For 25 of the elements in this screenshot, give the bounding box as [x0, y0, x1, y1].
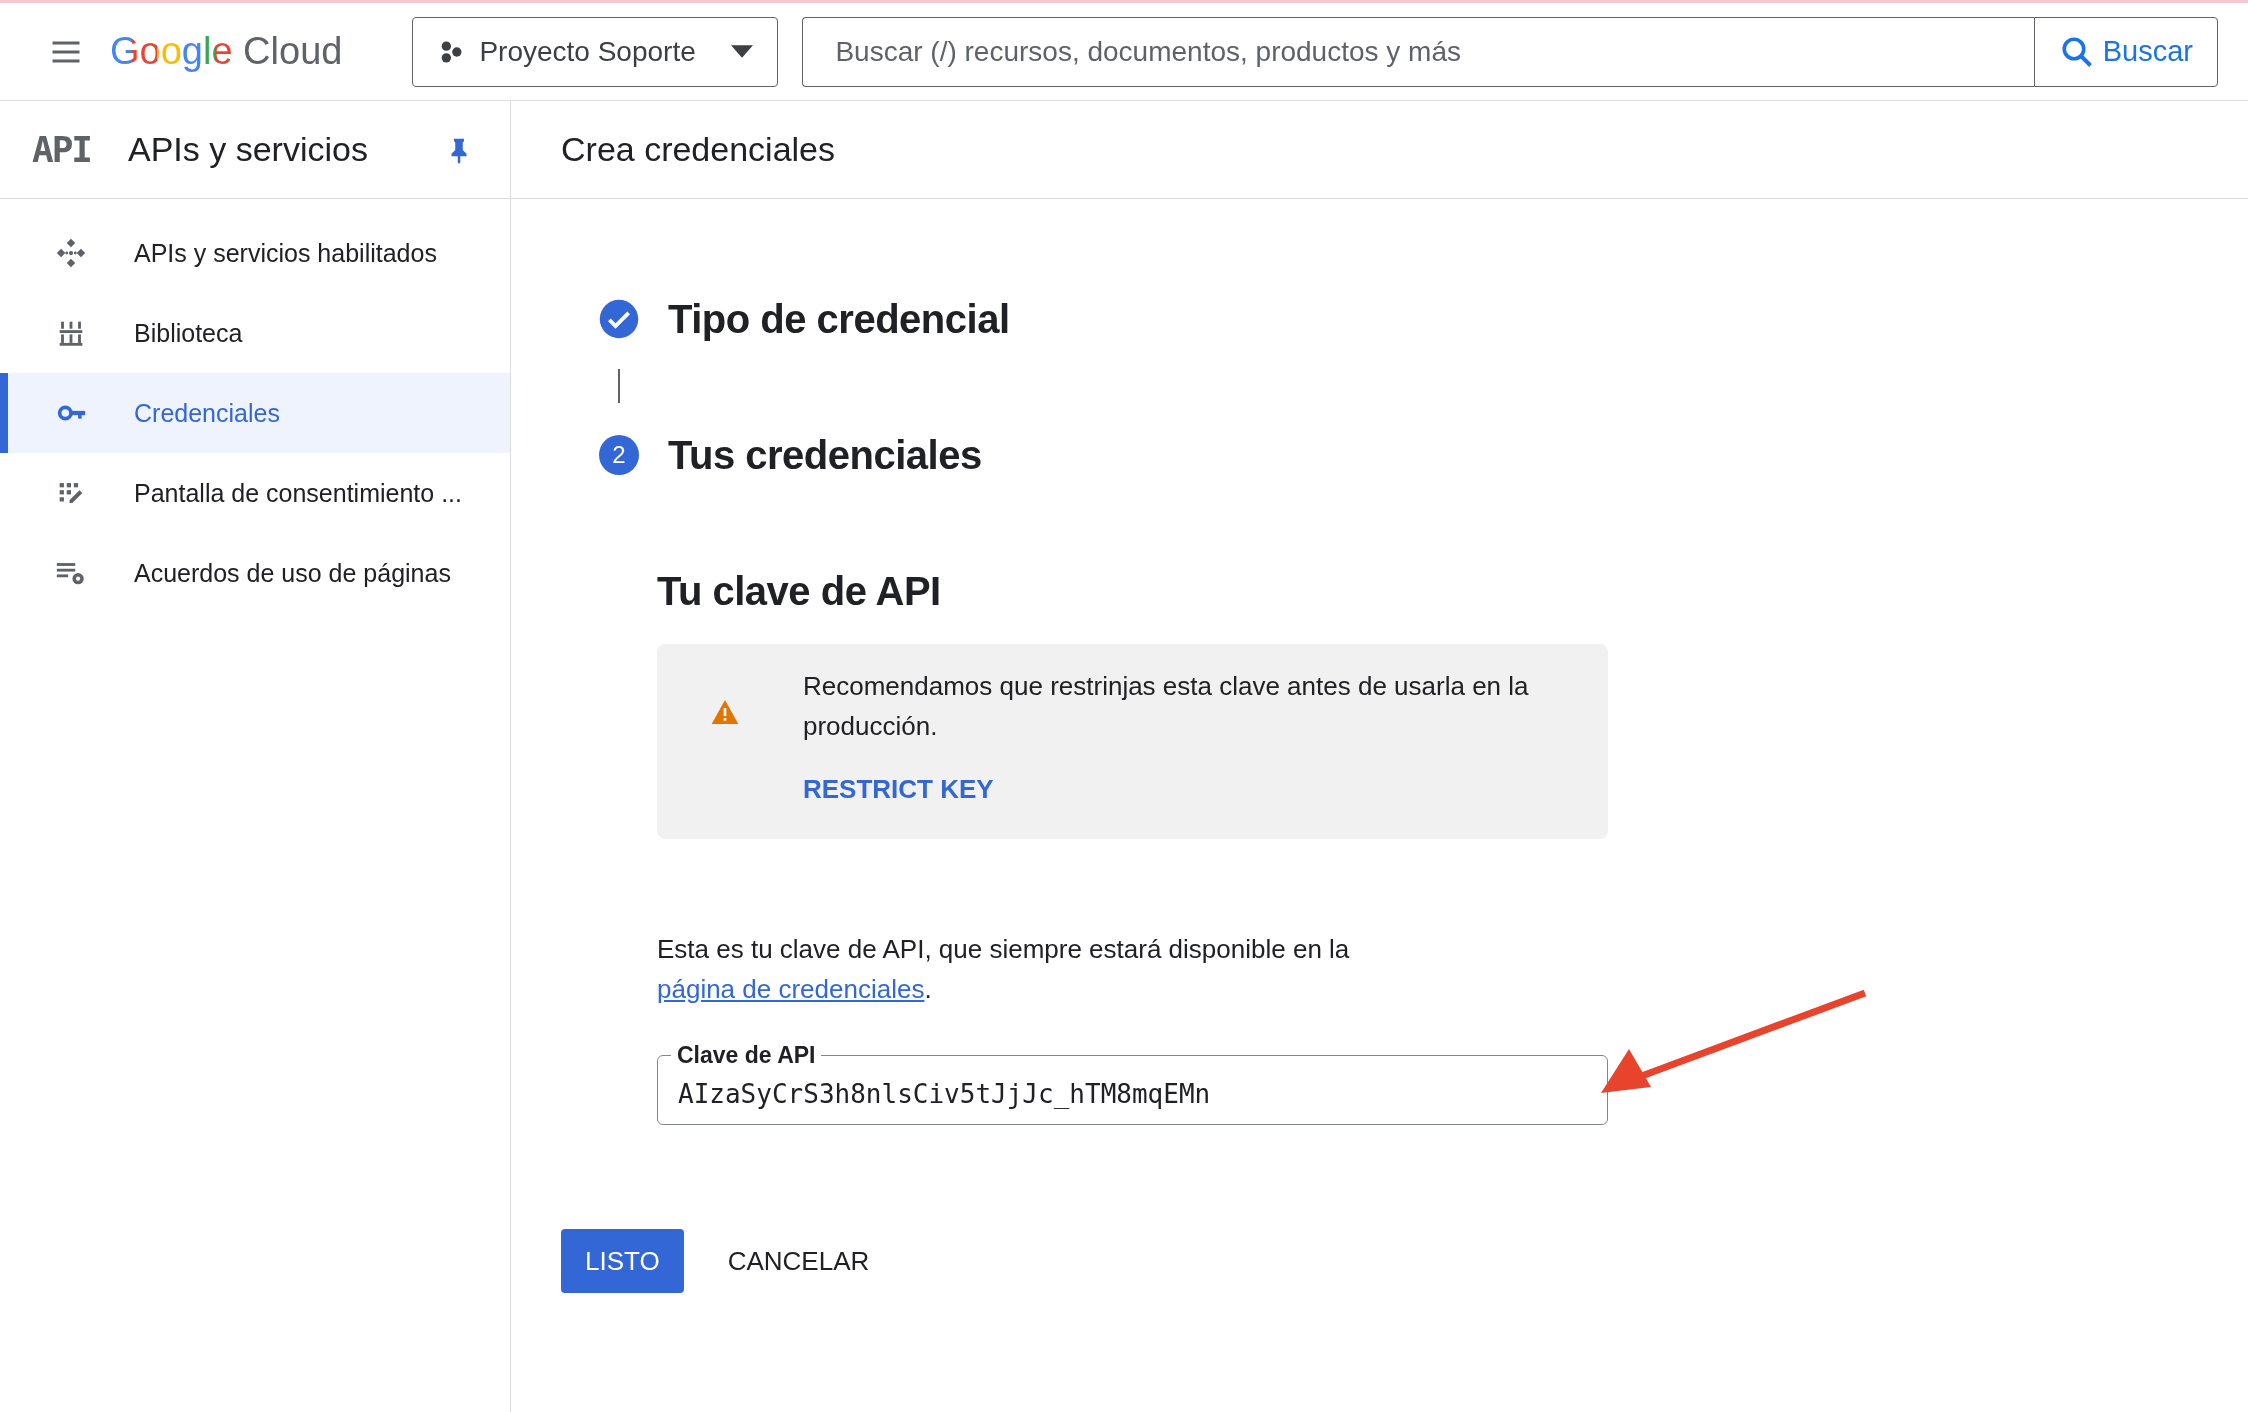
info-text: Esta es tu clave de API, que siempre estará disponible en la página de credenciales. [657, 933, 1351, 1006]
restrict-key-link[interactable]: RESTRICT KEY [803, 774, 994, 805]
dropdown-caret-icon [731, 45, 754, 58]
search-field[interactable]: Buscar (/) recursos, documentos, productos y más [802, 16, 2034, 87]
step-title: Tus credenciales [668, 432, 982, 478]
sidebar-item[interactable]: Acuerdos de uso de páginas [0, 533, 510, 613]
sidebar-item[interactable]: Pantalla de consentimiento ... [0, 453, 510, 533]
search-button[interactable]: Buscar [2033, 16, 2218, 87]
diamond-dots-icon [54, 236, 88, 270]
api-label: API [32, 129, 93, 170]
project-selector[interactable]: Proyecto Soporte [412, 16, 779, 87]
done-button[interactable]: LISTO [561, 1229, 684, 1293]
step-title: Tipo de credencial [668, 296, 1010, 342]
section-heading: Tu clave de API [657, 569, 942, 614]
cancel-button[interactable]: CANCELAR [703, 1229, 894, 1293]
section-title: APIs y servicios [128, 130, 369, 169]
google-cloud-logo[interactable]: Google Cloud [110, 27, 343, 76]
step-number: 2 [599, 435, 639, 475]
sidebar-item[interactable]: Biblioteca [0, 293, 510, 373]
warning-text: Recomendamos que restrinjas esta clave antes de usarla en la producción. [803, 670, 1530, 743]
check-circle-icon [598, 298, 640, 340]
sidebar-item[interactable]: APIs y servicios habilitados [0, 213, 510, 293]
page-title: Crea credenciales [561, 130, 836, 169]
sidebar-item[interactable]: Credenciales [0, 373, 510, 453]
credentials-page-link[interactable]: página de credenciales [657, 974, 925, 1004]
